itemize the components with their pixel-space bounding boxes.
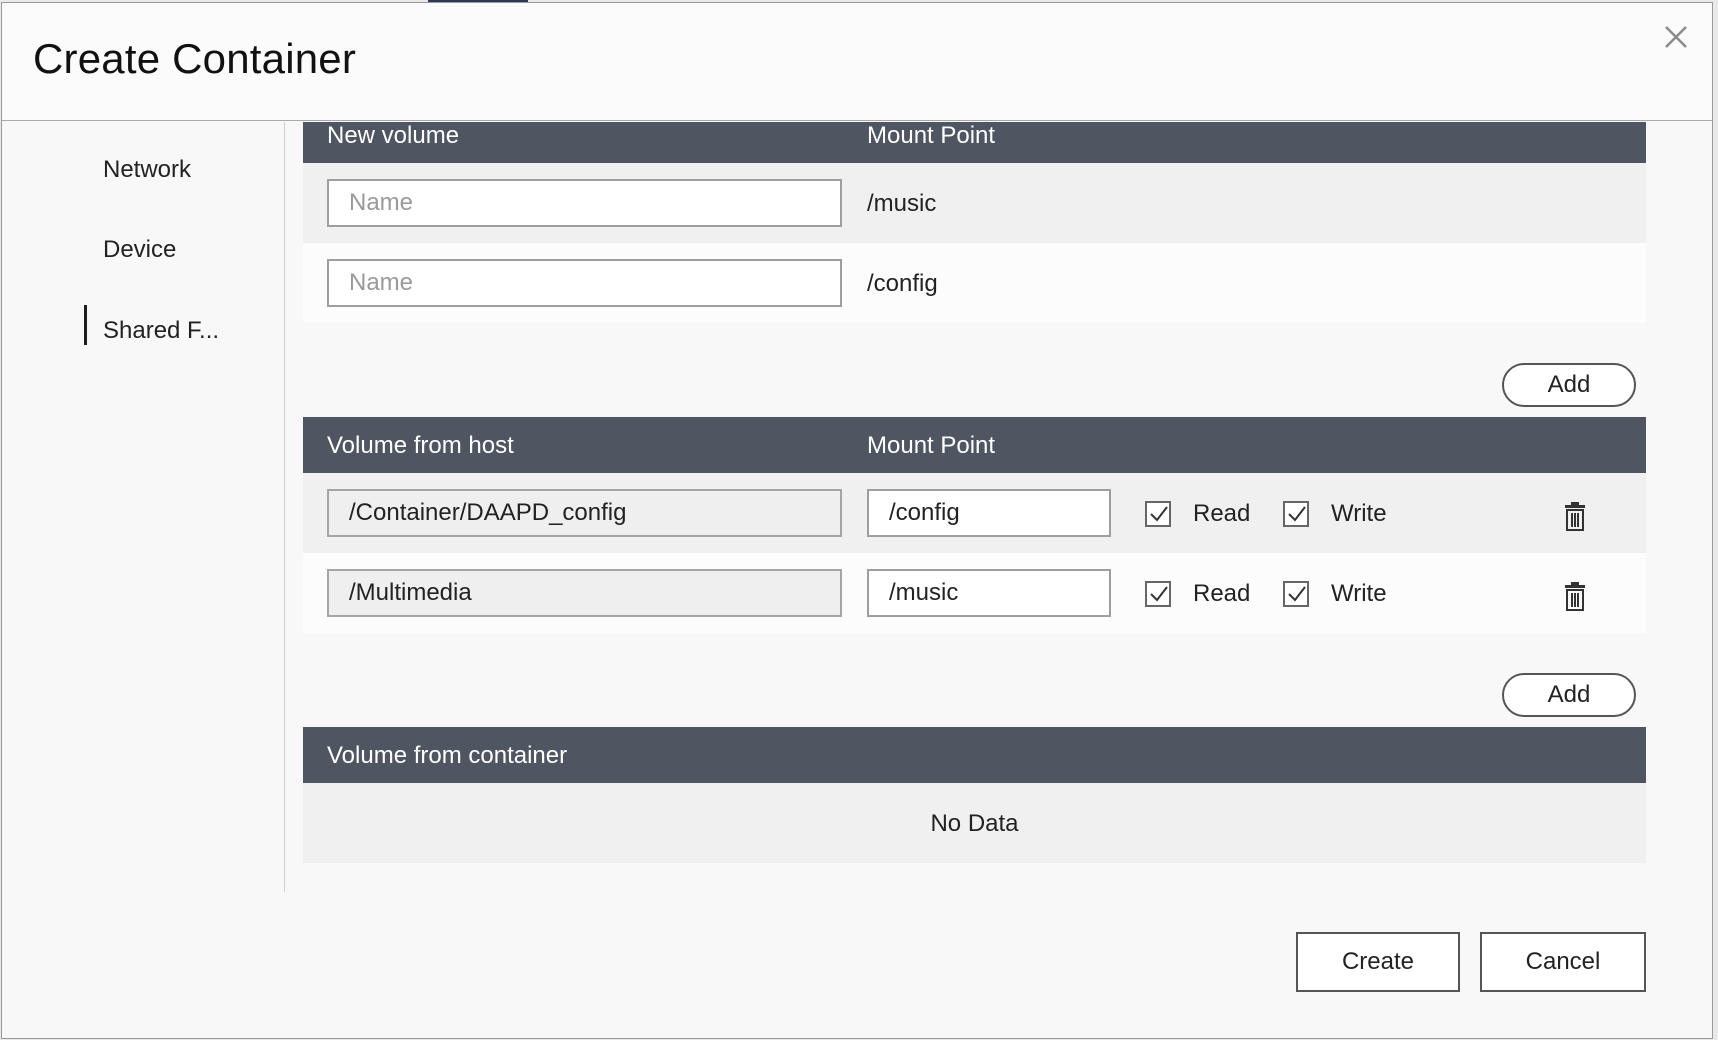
trash-icon[interactable] bbox=[1562, 582, 1588, 612]
mount-point-column-header: Mount Point bbox=[867, 432, 996, 459]
create-container-dialog: Create Container Network Device Shared F… bbox=[1, 2, 1713, 1039]
new-volume-name-input[interactable] bbox=[327, 259, 842, 307]
new-volume-column-header: New volume bbox=[327, 122, 460, 149]
add-host-volume-button[interactable]: Add bbox=[1502, 673, 1636, 717]
mount-point-column-header: Mount Point bbox=[867, 122, 996, 149]
add-new-volume-button[interactable]: Add bbox=[1502, 363, 1636, 407]
host-volume-row: Read Write bbox=[303, 473, 1646, 553]
new-volume-name-input[interactable] bbox=[327, 179, 842, 227]
new-volume-table-header: New volume Mount Point bbox=[303, 122, 1646, 163]
volume-from-host-column-header: Volume from host bbox=[327, 432, 514, 459]
new-volume-row: /config bbox=[303, 243, 1646, 323]
new-volume-mount-point: /config bbox=[867, 270, 938, 297]
volume-from-container-table-header: Volume from container bbox=[303, 727, 1646, 783]
checkmark-icon bbox=[1288, 586, 1306, 602]
container-volume-empty-row: No Data bbox=[303, 783, 1646, 863]
sidebar-item-shared-folders[interactable]: Shared F... bbox=[103, 317, 219, 345]
host-path-field[interactable] bbox=[327, 569, 842, 617]
sidebar-active-indicator bbox=[84, 305, 87, 345]
sidebar-item-network[interactable]: Network bbox=[103, 156, 191, 184]
volume-from-container-column-header: Volume from container bbox=[327, 742, 568, 769]
checkmark-icon bbox=[1288, 506, 1306, 522]
volume-from-host-table-header: Volume from host Mount Point bbox=[303, 417, 1646, 473]
shared-folders-panel: New volume Mount Point /music /config Ad… bbox=[303, 122, 1646, 882]
read-checkbox[interactable] bbox=[1145, 501, 1171, 527]
write-checkbox[interactable] bbox=[1283, 501, 1309, 527]
dialog-title: Create Container bbox=[33, 35, 357, 82]
close-button[interactable] bbox=[1660, 21, 1692, 53]
write-label: Write bbox=[1331, 500, 1387, 527]
new-volume-mount-point: /music bbox=[867, 190, 937, 217]
mount-point-input[interactable] bbox=[867, 569, 1111, 617]
dialog-header: Create Container bbox=[2, 3, 1712, 121]
no-data-text: No Data bbox=[930, 810, 1019, 837]
trash-icon[interactable] bbox=[1562, 502, 1588, 532]
checkmark-icon bbox=[1150, 506, 1168, 522]
read-label: Read bbox=[1193, 500, 1251, 527]
cancel-button[interactable]: Cancel bbox=[1480, 932, 1646, 992]
write-label: Write bbox=[1331, 580, 1387, 607]
checkmark-icon bbox=[1150, 586, 1168, 602]
mount-point-input[interactable] bbox=[867, 489, 1111, 537]
read-label: Read bbox=[1193, 580, 1251, 607]
sidebar-item-device[interactable]: Device bbox=[103, 236, 176, 264]
sidebar-nav: Network Device Shared F... bbox=[2, 122, 285, 892]
create-button[interactable]: Create bbox=[1296, 932, 1460, 992]
close-icon bbox=[1665, 26, 1687, 48]
new-volume-row: /music bbox=[303, 163, 1646, 243]
read-checkbox[interactable] bbox=[1145, 581, 1171, 607]
write-checkbox[interactable] bbox=[1283, 581, 1309, 607]
host-volume-row: Read Write bbox=[303, 553, 1646, 633]
host-path-field[interactable] bbox=[327, 489, 842, 537]
